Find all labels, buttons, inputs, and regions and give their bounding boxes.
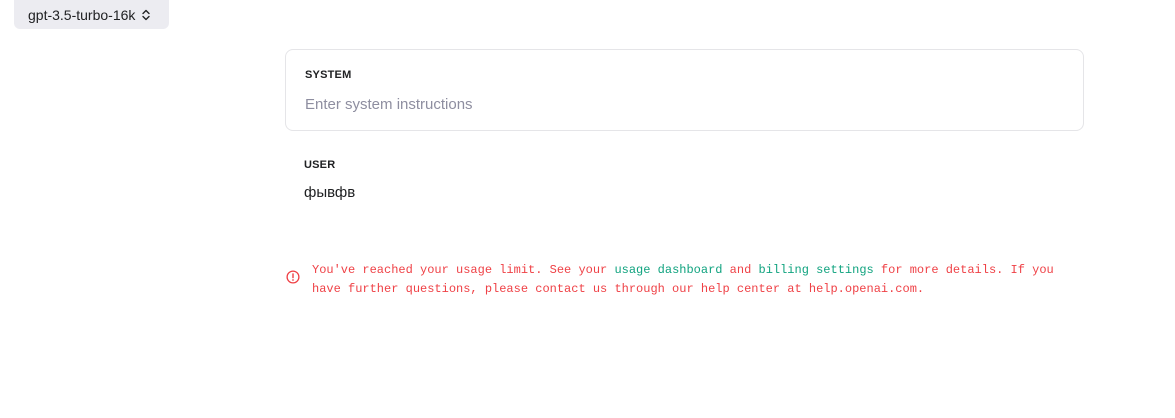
model-select-value: gpt-3.5-turbo-16k — [28, 6, 136, 23]
error-text-and: and — [722, 263, 759, 277]
billing-settings-link[interactable]: billing settings — [759, 263, 874, 277]
system-instructions-input[interactable] — [305, 93, 1045, 115]
error-text-before: You've reached your usage limit. See you… — [312, 263, 615, 277]
alert-circle-icon — [286, 270, 300, 284]
user-message-text[interactable]: фывфв — [304, 184, 355, 201]
system-label: SYSTEM — [305, 69, 352, 81]
usage-dashboard-link[interactable]: usage dashboard — [614, 263, 722, 277]
error-message: You've reached your usage limit. See you… — [312, 261, 1072, 299]
usage-limit-error: You've reached your usage limit. See you… — [285, 261, 1075, 301]
chevron-up-down-icon — [141, 9, 151, 21]
system-message-card: SYSTEM — [285, 49, 1084, 131]
user-message-block[interactable]: USER фывфв — [285, 148, 1084, 218]
user-role-label[interactable]: USER — [304, 159, 335, 171]
model-select-dropdown[interactable]: gpt-3.5-turbo-16k — [14, 0, 169, 29]
